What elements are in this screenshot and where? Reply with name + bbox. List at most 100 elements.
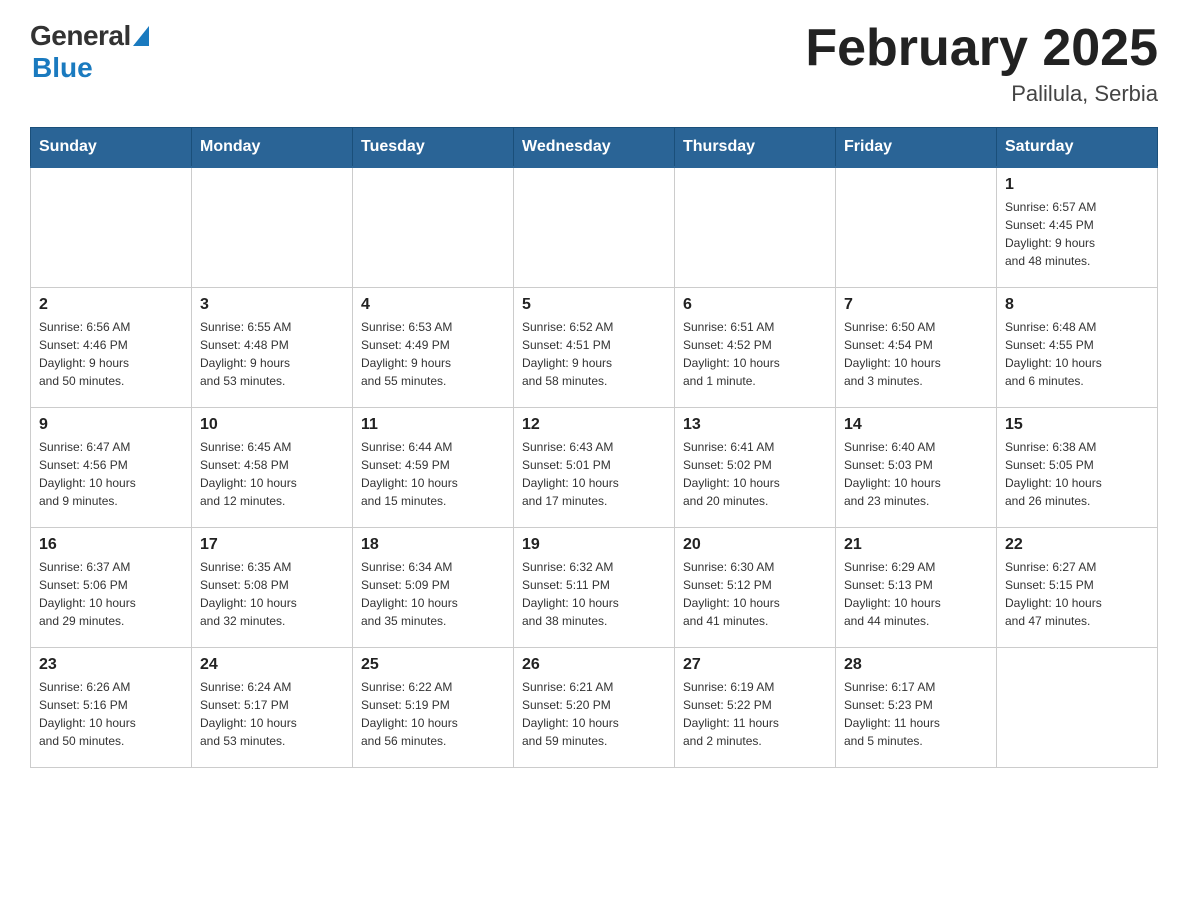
day-number: 28 — [844, 656, 988, 674]
calendar-cell — [514, 167, 675, 287]
day-info: Sunrise: 6:55 AM Sunset: 4:48 PM Dayligh… — [200, 318, 344, 390]
day-number: 24 — [200, 656, 344, 674]
day-info: Sunrise: 6:44 AM Sunset: 4:59 PM Dayligh… — [361, 438, 505, 510]
day-number: 26 — [522, 656, 666, 674]
day-info: Sunrise: 6:24 AM Sunset: 5:17 PM Dayligh… — [200, 678, 344, 750]
day-number: 22 — [1005, 536, 1149, 554]
day-info: Sunrise: 6:37 AM Sunset: 5:06 PM Dayligh… — [39, 558, 183, 630]
day-info: Sunrise: 6:51 AM Sunset: 4:52 PM Dayligh… — [683, 318, 827, 390]
day-number: 11 — [361, 416, 505, 434]
day-info: Sunrise: 6:19 AM Sunset: 5:22 PM Dayligh… — [683, 678, 827, 750]
day-number: 23 — [39, 656, 183, 674]
calendar-cell: 26 Sunrise: 6:21 AM Sunset: 5:20 PM Dayli… — [514, 647, 675, 767]
day-number: 17 — [200, 536, 344, 554]
day-info: Sunrise: 6:38 AM Sunset: 5:05 PM Dayligh… — [1005, 438, 1149, 510]
day-info: Sunrise: 6:53 AM Sunset: 4:49 PM Dayligh… — [361, 318, 505, 390]
title-block: February 2025 Palilula, Serbia — [805, 20, 1158, 107]
day-info: Sunrise: 6:30 AM Sunset: 5:12 PM Dayligh… — [683, 558, 827, 630]
day-info: Sunrise: 6:47 AM Sunset: 4:56 PM Dayligh… — [39, 438, 183, 510]
calendar-cell: 19 Sunrise: 6:32 AM Sunset: 5:11 PM Dayli… — [514, 527, 675, 647]
calendar-cell: 2 Sunrise: 6:56 AM Sunset: 4:46 PM Daylig… — [31, 287, 192, 407]
day-number: 27 — [683, 656, 827, 674]
calendar-cell: 15 Sunrise: 6:38 AM Sunset: 5:05 PM Dayli… — [997, 407, 1158, 527]
calendar-cell: 4 Sunrise: 6:53 AM Sunset: 4:49 PM Daylig… — [353, 287, 514, 407]
calendar-cell: 7 Sunrise: 6:50 AM Sunset: 4:54 PM Daylig… — [836, 287, 997, 407]
day-number: 19 — [522, 536, 666, 554]
calendar-cell: 5 Sunrise: 6:52 AM Sunset: 4:51 PM Daylig… — [514, 287, 675, 407]
day-number: 18 — [361, 536, 505, 554]
calendar-cell: 18 Sunrise: 6:34 AM Sunset: 5:09 PM Dayli… — [353, 527, 514, 647]
calendar-week-row: 23Sunrise: 6:26 AM Sunset: 5:16 PM Dayli… — [31, 647, 1158, 767]
day-info: Sunrise: 6:32 AM Sunset: 5:11 PM Dayligh… — [522, 558, 666, 630]
calendar-cell: 21 Sunrise: 6:29 AM Sunset: 5:13 PM Dayli… — [836, 527, 997, 647]
day-number: 1 — [1005, 176, 1149, 194]
day-number: 12 — [522, 416, 666, 434]
calendar-cell: 20 Sunrise: 6:30 AM Sunset: 5:12 PM Dayli… — [675, 527, 836, 647]
day-info: Sunrise: 6:57 AM Sunset: 4:45 PM Dayligh… — [1005, 198, 1149, 270]
day-number: 6 — [683, 296, 827, 314]
calendar-cell: 8Sunrise: 6:48 AM Sunset: 4:55 PM Daylig… — [997, 287, 1158, 407]
day-info: Sunrise: 6:34 AM Sunset: 5:09 PM Dayligh… — [361, 558, 505, 630]
calendar-cell — [675, 167, 836, 287]
day-info: Sunrise: 6:50 AM Sunset: 4:54 PM Dayligh… — [844, 318, 988, 390]
calendar-cell: 10 Sunrise: 6:45 AM Sunset: 4:58 PM Dayli… — [192, 407, 353, 527]
weekday-header-monday: Monday — [192, 128, 353, 168]
calendar-week-row: 1 Sunrise: 6:57 AM Sunset: 4:45 PM Daylig… — [31, 167, 1158, 287]
calendar-cell: 13Sunrise: 6:41 AM Sunset: 5:02 PM Dayli… — [675, 407, 836, 527]
day-number: 2 — [39, 296, 183, 314]
day-number: 20 — [683, 536, 827, 554]
day-number: 5 — [522, 296, 666, 314]
day-info: Sunrise: 6:21 AM Sunset: 5:20 PM Dayligh… — [522, 678, 666, 750]
calendar-week-row: 9Sunrise: 6:47 AM Sunset: 4:56 PM Daylig… — [31, 407, 1158, 527]
logo-triangle-icon — [133, 26, 149, 46]
logo-general-text: General — [30, 20, 131, 52]
calendar-cell: 25 Sunrise: 6:22 AM Sunset: 5:19 PM Dayli… — [353, 647, 514, 767]
day-number: 25 — [361, 656, 505, 674]
calendar-cell: 6 Sunrise: 6:51 AM Sunset: 4:52 PM Daylig… — [675, 287, 836, 407]
calendar-cell — [353, 167, 514, 287]
calendar-cell: 24 Sunrise: 6:24 AM Sunset: 5:17 PM Dayli… — [192, 647, 353, 767]
day-info: Sunrise: 6:40 AM Sunset: 5:03 PM Dayligh… — [844, 438, 988, 510]
weekday-header-friday: Friday — [836, 128, 997, 168]
day-number: 8 — [1005, 296, 1149, 314]
day-info: Sunrise: 6:45 AM Sunset: 4:58 PM Dayligh… — [200, 438, 344, 510]
calendar-cell: 3 Sunrise: 6:55 AM Sunset: 4:48 PM Daylig… — [192, 287, 353, 407]
day-info: Sunrise: 6:56 AM Sunset: 4:46 PM Dayligh… — [39, 318, 183, 390]
calendar-cell: 27 Sunrise: 6:19 AM Sunset: 5:22 PM Dayli… — [675, 647, 836, 767]
weekday-header-row: SundayMondayTuesdayWednesdayThursdayFrid… — [31, 128, 1158, 168]
day-info: Sunrise: 6:22 AM Sunset: 5:19 PM Dayligh… — [361, 678, 505, 750]
day-number: 4 — [361, 296, 505, 314]
weekday-header-thursday: Thursday — [675, 128, 836, 168]
weekday-header-tuesday: Tuesday — [353, 128, 514, 168]
day-number: 13 — [683, 416, 827, 434]
calendar-cell — [997, 647, 1158, 767]
calendar-cell: 11 Sunrise: 6:44 AM Sunset: 4:59 PM Dayli… — [353, 407, 514, 527]
day-number: 10 — [200, 416, 344, 434]
calendar-cell: 23Sunrise: 6:26 AM Sunset: 5:16 PM Dayli… — [31, 647, 192, 767]
day-number: 21 — [844, 536, 988, 554]
day-info: Sunrise: 6:17 AM Sunset: 5:23 PM Dayligh… — [844, 678, 988, 750]
weekday-header-wednesday: Wednesday — [514, 128, 675, 168]
day-info: Sunrise: 6:27 AM Sunset: 5:15 PM Dayligh… — [1005, 558, 1149, 630]
day-info: Sunrise: 6:29 AM Sunset: 5:13 PM Dayligh… — [844, 558, 988, 630]
calendar-week-row: 2 Sunrise: 6:56 AM Sunset: 4:46 PM Daylig… — [31, 287, 1158, 407]
page-header: General Blue February 2025 Palilula, Ser… — [30, 20, 1158, 107]
logo: General Blue — [30, 20, 149, 84]
weekday-header-sunday: Sunday — [31, 128, 192, 168]
day-info: Sunrise: 6:35 AM Sunset: 5:08 PM Dayligh… — [200, 558, 344, 630]
day-number: 15 — [1005, 416, 1149, 434]
day-info: Sunrise: 6:43 AM Sunset: 5:01 PM Dayligh… — [522, 438, 666, 510]
day-info: Sunrise: 6:52 AM Sunset: 4:51 PM Dayligh… — [522, 318, 666, 390]
day-number: 7 — [844, 296, 988, 314]
calendar-week-row: 16Sunrise: 6:37 AM Sunset: 5:06 PM Dayli… — [31, 527, 1158, 647]
day-number: 3 — [200, 296, 344, 314]
calendar-cell: 16Sunrise: 6:37 AM Sunset: 5:06 PM Dayli… — [31, 527, 192, 647]
calendar-cell — [31, 167, 192, 287]
weekday-header-saturday: Saturday — [997, 128, 1158, 168]
location: Palilula, Serbia — [805, 81, 1158, 107]
calendar-cell: 22 Sunrise: 6:27 AM Sunset: 5:15 PM Dayli… — [997, 527, 1158, 647]
calendar-cell: 9Sunrise: 6:47 AM Sunset: 4:56 PM Daylig… — [31, 407, 192, 527]
day-number: 14 — [844, 416, 988, 434]
calendar-cell: 28 Sunrise: 6:17 AM Sunset: 5:23 PM Dayli… — [836, 647, 997, 767]
calendar-cell — [192, 167, 353, 287]
